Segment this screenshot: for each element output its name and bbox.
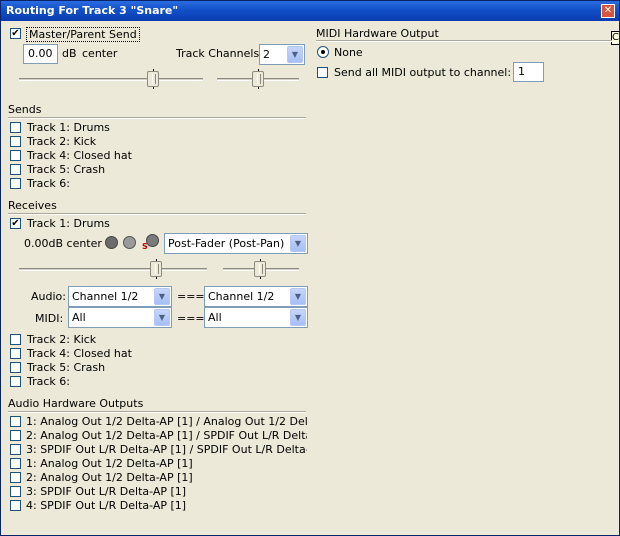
midi-source-select[interactable]: All ▼ [68, 307, 172, 328]
send-all-midi-label: Send all MIDI output to channel: [334, 66, 512, 79]
receive-volume-slider[interactable] [19, 268, 207, 271]
midi-channel-field[interactable]: 1 [513, 62, 544, 82]
audio-destination-select[interactable]: Channel 1/2 ▼ [204, 286, 308, 307]
audio-hardware-outputs-title: Audio Hardware Outputs [8, 397, 144, 410]
chevron-down-icon: ▼ [290, 309, 306, 326]
track-channels-value: 2 [263, 48, 270, 61]
hw-output-label-1: 1: Analog Out 1/2 Delta-AP [1] / Analog … [26, 415, 307, 428]
master-pan-slider-thumb[interactable] [252, 71, 264, 87]
receive-label-5: Track 6: [27, 375, 70, 388]
midi-hardware-output-title: MIDI Hardware Output [316, 27, 439, 40]
track-channels-label: Track Channels: [176, 47, 263, 60]
phase-invert-icon[interactable] [123, 236, 136, 249]
master-send-checkbox[interactable]: ✔ [10, 28, 21, 39]
receive-volume-readout: 0.00dB center [24, 237, 102, 250]
radio-selected-dot [321, 50, 325, 54]
receives-title: Receives [8, 199, 57, 212]
audio-source-value: Channel 1/2 [72, 290, 139, 303]
chevron-down-icon: ▼ [154, 288, 170, 305]
send-checkbox-1[interactable] [10, 122, 21, 133]
audio-routing-label: Audio: [31, 290, 66, 303]
check-icon: ✔ [11, 28, 20, 39]
track-channels-select[interactable]: 2 ▼ [259, 44, 305, 65]
hw-output-label-6: 3: SPDIF Out L/R Delta-AP [1] [26, 485, 187, 498]
mute-icon[interactable] [105, 236, 118, 249]
midi-routing-label: MIDI: [35, 312, 64, 325]
hw-output-label-7: 4: SPDIF Out L/R Delta-AP [1] [26, 499, 187, 512]
send-label-2: Track 2: Kick [27, 135, 97, 148]
hw-output-label-3: 3: SPDIF Out L/R Delta-AP [1] / SPDIF Ou… [26, 443, 307, 456]
hw-output-checkbox-1[interactable] [10, 416, 21, 427]
receive-checkbox-4[interactable] [10, 362, 21, 373]
midi-none-radio[interactable] [317, 46, 329, 58]
receive-label-active: Track 1: Drums [27, 217, 110, 230]
receive-label-2: Track 2: Kick [27, 333, 97, 346]
hw-output-checkbox-2[interactable] [10, 430, 21, 441]
solo-indicator: S [142, 242, 148, 251]
send-checkbox-5[interactable] [10, 178, 21, 189]
receive-pan-slider-thumb[interactable] [254, 261, 266, 277]
send-label-1: Track 1: Drums [27, 121, 110, 134]
midi-none-label: None [334, 46, 363, 59]
midi-hardware-output-header: MIDI Hardware Output [316, 27, 612, 41]
receive-checkbox-2[interactable] [10, 334, 21, 345]
master-volume-field[interactable]: 0.00 [23, 44, 58, 64]
receive-label-3: Track 4: Closed hat [27, 347, 132, 360]
hw-output-checkbox-3[interactable] [10, 444, 21, 455]
hw-output-label-5: 2: Analog Out 1/2 Delta-AP [1] [26, 471, 193, 484]
window-title: Routing For Track 3 "Snare" [6, 4, 179, 17]
receive-checkbox-3[interactable] [10, 348, 21, 359]
midi-source-value: All [72, 311, 86, 324]
title-bar[interactable]: Routing For Track 3 "Snare" ✕ [1, 1, 619, 21]
master-volume-slider[interactable] [19, 78, 203, 81]
receive-checkbox-active[interactable]: ✔ [10, 218, 21, 229]
receive-label-4: Track 5: Crash [27, 361, 106, 374]
hw-output-checkbox-5[interactable] [10, 472, 21, 483]
sends-title: Sends [8, 103, 42, 116]
hw-output-label-2: 2: Analog Out 1/2 Delta-AP [1] / SPDIF O… [26, 429, 307, 442]
sends-header: Sends [8, 103, 306, 118]
hw-output-label-4: 1: Analog Out 1/2 Delta-AP [1] [26, 457, 193, 470]
send-label-3: Track 4: Closed hat [27, 149, 132, 162]
master-volume-slider-thumb[interactable] [147, 71, 159, 87]
audio-source-select[interactable]: Channel 1/2 ▼ [68, 286, 172, 307]
send-label-4: Track 5: Crash [27, 163, 106, 176]
offscreen-tooltip-fragment: C [611, 31, 619, 45]
chevron-down-icon: ▼ [287, 46, 303, 63]
master-volume-unit: dB [62, 47, 77, 60]
master-send-label: Master/Parent Send [26, 27, 140, 42]
master-pan-readout: center [82, 47, 118, 60]
midi-destination-select[interactable]: All ▼ [204, 307, 308, 328]
check-icon: ✔ [11, 218, 20, 229]
routing-window: Routing For Track 3 "Snare" ✕ C ✔ Master… [0, 0, 620, 536]
chevron-down-icon: ▼ [154, 309, 170, 326]
send-checkbox-3[interactable] [10, 150, 21, 161]
close-button[interactable]: ✕ [601, 4, 615, 18]
hw-output-checkbox-6[interactable] [10, 486, 21, 497]
send-checkbox-2[interactable] [10, 136, 21, 147]
send-all-midi-checkbox[interactable] [317, 67, 328, 78]
receive-checkbox-5[interactable] [10, 376, 21, 387]
audio-hardware-outputs-header: Audio Hardware Outputs [8, 397, 306, 412]
receives-header: Receives [8, 199, 306, 214]
midi-destination-value: All [208, 311, 222, 324]
receive-mode-value: Post-Fader (Post-Pan) [168, 237, 285, 250]
hw-output-checkbox-4[interactable] [10, 458, 21, 469]
chevron-down-icon: ▼ [290, 288, 306, 305]
send-label-5: Track 6: [27, 177, 70, 190]
receive-mode-select[interactable]: Post-Fader (Post-Pan) ▼ [164, 233, 308, 254]
send-checkbox-4[interactable] [10, 164, 21, 175]
chevron-down-icon: ▼ [290, 235, 306, 252]
audio-destination-value: Channel 1/2 [208, 290, 275, 303]
receive-volume-slider-thumb[interactable] [150, 261, 162, 277]
hw-output-checkbox-7[interactable] [10, 500, 21, 511]
